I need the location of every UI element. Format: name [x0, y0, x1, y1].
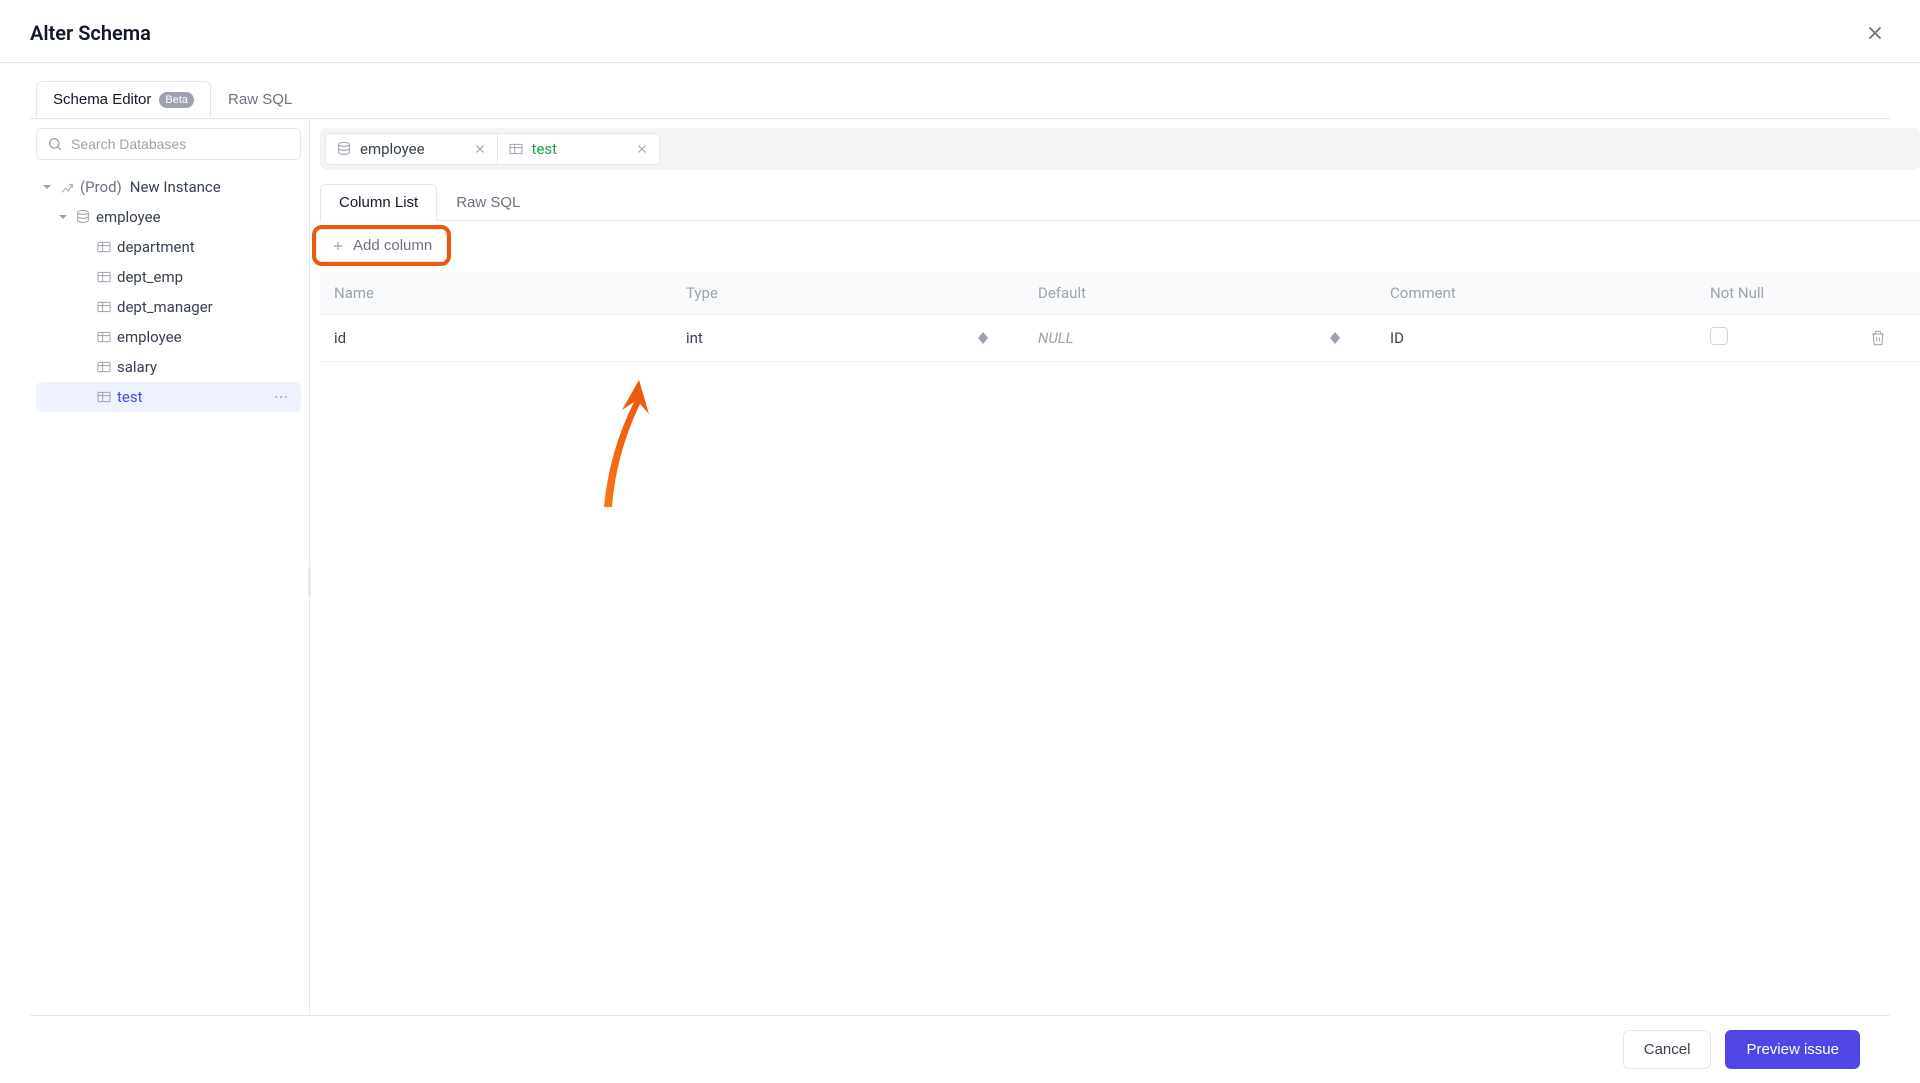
table-label: test — [117, 388, 268, 406]
table-icon — [96, 389, 112, 405]
table-label: department — [117, 238, 295, 256]
instance-name: New Instance — [130, 178, 295, 196]
tab-raw-sql-inner-label: Raw SQL — [456, 194, 520, 211]
col-type-value[interactable]: int — [686, 329, 703, 347]
main-panel: employee test Column List Raw SQL — [310, 119, 1920, 1015]
table-label: employee — [117, 328, 295, 346]
close-button[interactable] — [1860, 18, 1890, 48]
more-icon[interactable] — [273, 389, 295, 405]
tree-database-employee[interactable]: employee — [36, 202, 301, 232]
preview-issue-button[interactable]: Preview issue — [1725, 1030, 1860, 1069]
tab-schema-editor[interactable]: Schema Editor Beta — [36, 81, 211, 118]
close-icon — [1864, 22, 1886, 44]
search-icon — [47, 136, 63, 152]
select-arrows-icon[interactable] — [978, 332, 988, 344]
tree-instance[interactable]: (Prod) New Instance — [36, 172, 301, 202]
tab-schema-editor-label: Schema Editor — [53, 91, 151, 108]
tab-raw-sql-inner[interactable]: Raw SQL — [437, 184, 539, 221]
col-header-default: Default — [1038, 284, 1086, 302]
breadcrumb-table[interactable]: test — [497, 133, 661, 165]
preview-label: Preview issue — [1746, 1041, 1839, 1058]
search-input[interactable] — [71, 136, 290, 152]
breadcrumb-database[interactable]: employee — [325, 133, 498, 165]
beta-badge: Beta — [159, 92, 194, 108]
chevron-down-icon — [58, 212, 70, 222]
table-row: id int NULL — [320, 315, 1920, 362]
cancel-button[interactable]: Cancel — [1623, 1030, 1712, 1069]
tree-table-dept-manager[interactable]: dept_manager — [36, 292, 301, 322]
breadcrumb: employee test — [320, 128, 1920, 170]
database-icon — [336, 141, 352, 157]
col-name-value[interactable]: id — [334, 329, 346, 347]
add-column-highlight: Add column — [312, 225, 451, 266]
tab-column-list-label: Column List — [339, 194, 418, 211]
notnull-checkbox[interactable] — [1710, 327, 1728, 345]
sidebar: (Prod) New Instance employee — [36, 119, 310, 1015]
modal-footer: Cancel Preview issue — [30, 1015, 1890, 1083]
tree-table-test[interactable]: test — [36, 382, 301, 412]
instance-env: (Prod) — [80, 178, 122, 196]
add-column-button[interactable]: Add column — [316, 229, 447, 262]
table-icon — [96, 269, 112, 285]
col-header-notnull: Not Null — [1710, 284, 1764, 302]
col-header-type: Type — [686, 284, 718, 302]
table-icon — [96, 359, 112, 375]
tab-raw-sql-top-label: Raw SQL — [228, 91, 292, 108]
tree-table-employee[interactable]: employee — [36, 322, 301, 352]
table-label: dept_manager — [117, 298, 295, 316]
col-header-name: Name — [334, 284, 374, 302]
breadcrumb-db-close[interactable] — [473, 142, 487, 156]
breadcrumb-table-label: test — [532, 140, 558, 158]
database-tree: (Prod) New Instance employee — [36, 168, 309, 412]
col-header-comment: Comment — [1390, 284, 1456, 302]
tree-table-department[interactable]: department — [36, 232, 301, 262]
cancel-label: Cancel — [1644, 1041, 1691, 1058]
delete-row-button[interactable] — [1870, 330, 1886, 346]
table-label: dept_emp — [117, 268, 295, 286]
instance-icon — [59, 179, 75, 195]
plus-icon — [331, 239, 345, 253]
table-label: salary — [117, 358, 295, 376]
database-icon — [75, 209, 91, 225]
tree-table-dept-emp[interactable]: dept_emp — [36, 262, 301, 292]
trash-icon — [1870, 330, 1886, 346]
tree-database-label: employee — [96, 208, 295, 226]
chevron-down-icon — [42, 182, 54, 192]
search-box[interactable] — [36, 128, 301, 160]
tab-raw-sql-top[interactable]: Raw SQL — [211, 81, 309, 118]
modal-header: Alter Schema — [0, 0, 1920, 63]
table-icon — [96, 239, 112, 255]
columns-header-row: Name Type Default Comment Not Null — [320, 272, 1920, 315]
arrow-annotation — [594, 372, 664, 512]
modal-title: Alter Schema — [30, 21, 151, 45]
col-default-value[interactable]: NULL — [1038, 329, 1074, 347]
col-comment-value[interactable]: ID — [1390, 329, 1404, 347]
table-icon — [508, 141, 524, 157]
select-arrows-icon[interactable] — [1330, 332, 1340, 344]
breadcrumb-database-label: employee — [360, 140, 425, 158]
top-tabs: Schema Editor Beta Raw SQL — [0, 63, 1920, 118]
tab-column-list[interactable]: Column List — [320, 184, 437, 221]
table-icon — [96, 329, 112, 345]
columns-table: Name Type Default Comment Not Null id — [320, 272, 1920, 362]
breadcrumb-table-close[interactable] — [635, 142, 649, 156]
add-column-label: Add column — [353, 237, 432, 254]
inner-tabs: Column List Raw SQL — [320, 184, 1920, 221]
tree-table-salary[interactable]: salary — [36, 352, 301, 382]
table-icon — [96, 299, 112, 315]
